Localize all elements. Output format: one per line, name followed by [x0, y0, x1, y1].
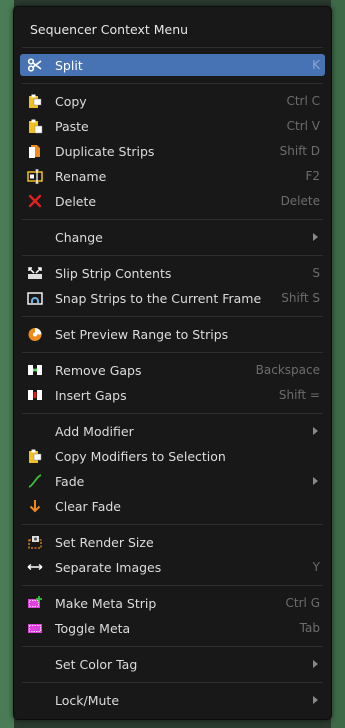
menu-item-label: Slip Strip Contents [55, 266, 172, 281]
submenu-arrow-icon [313, 477, 318, 485]
menu-item-shortcut: Ctrl V [286, 119, 320, 133]
menu-divider [22, 585, 323, 586]
menu-item-toggle-meta[interactable]: Toggle Meta Tab [20, 617, 325, 639]
sequencer-context-menu: Sequencer Context Menu Split K Copy Ctrl… [13, 6, 332, 720]
menu-divider [22, 83, 323, 84]
clipboard-paste-icon [29, 119, 43, 134]
remove-gaps-icon [28, 365, 42, 375]
menu-item-copy-modifiers[interactable]: Copy Modifiers to Selection [20, 445, 325, 467]
clipboard-copy-icon [29, 94, 42, 108]
clipboard-copy-icon [29, 449, 42, 463]
menu-item-paste[interactable]: Paste Ctrl V [20, 115, 325, 137]
menu-item-shortcut: Backspace [255, 363, 320, 377]
menu-item-add-modifier[interactable]: Add Modifier [20, 420, 325, 442]
submenu-arrow-icon [313, 660, 318, 668]
menu-item-shortcut: Shift D [279, 144, 320, 158]
background-strip-right [331, 0, 345, 728]
menu-item-set-preview-range[interactable]: Set Preview Range to Strips [20, 323, 325, 345]
menu-divider [22, 316, 323, 317]
menu-item-shortcut: Ctrl C [286, 94, 320, 108]
menu-divider [22, 682, 323, 683]
menu-item-fade[interactable]: Fade [20, 470, 325, 492]
menu-item-shortcut: Ctrl G [285, 596, 320, 610]
menu-item-label: Fade [55, 474, 85, 489]
scissors-icon [27, 58, 42, 72]
toggle-meta-icon [28, 624, 42, 633]
menu-item-shortcut: Tab [299, 621, 320, 635]
menu-item-label: Split [55, 58, 83, 73]
preview-range-icon [28, 328, 42, 341]
x-delete-icon [28, 194, 42, 208]
menu-item-label: Make Meta Strip [55, 596, 157, 611]
menu-item-shortcut: Shift S [281, 291, 320, 305]
menu-item-label: Remove Gaps [55, 363, 142, 378]
menu-item-clear-fade[interactable]: Clear Fade [20, 495, 325, 517]
menu-item-delete[interactable]: Delete Delete [20, 190, 325, 212]
menu-item-label: Paste [55, 119, 89, 134]
menu-item-label: Separate Images [55, 560, 162, 575]
menu-item-lock-mute[interactable]: Lock/Mute [20, 689, 325, 711]
menu-divider [22, 524, 323, 525]
make-meta-icon [28, 596, 42, 608]
submenu-arrow-icon [313, 233, 318, 241]
menu-divider [22, 47, 323, 48]
menu-divider [22, 413, 323, 414]
menu-item-label: Lock/Mute [55, 693, 120, 708]
duplicate-icon [29, 145, 40, 158]
menu-item-insert-gaps[interactable]: Insert Gaps Shift = [20, 384, 325, 406]
menu-item-label: Set Color Tag [55, 657, 138, 672]
menu-item-shortcut: Delete [280, 194, 320, 208]
menu-item-shortcut: K [312, 58, 320, 72]
menu-item-label: Copy [55, 94, 87, 109]
menu-item-split[interactable]: Split K [20, 54, 325, 76]
separate-arrows-icon [27, 563, 43, 571]
menu-item-label: Duplicate Strips [55, 144, 155, 159]
menu-item-shortcut: S [312, 266, 320, 280]
insert-gaps-icon [28, 390, 42, 400]
menu-item-label: Clear Fade [55, 499, 121, 514]
menu-item-snap-strips[interactable]: Snap Strips to the Current Frame Shift S [20, 287, 325, 309]
submenu-arrow-icon [313, 427, 318, 435]
menu-item-label: Rename [55, 169, 107, 184]
menu-divider [22, 646, 323, 647]
menu-item-change[interactable]: Change [20, 226, 325, 248]
menu-item-shortcut: Y [312, 560, 320, 574]
menu-item-shortcut: Shift = [278, 388, 320, 402]
menu-item-separate-images[interactable]: Separate Images Y [20, 556, 325, 578]
rename-icon [27, 169, 43, 184]
menu-divider [22, 219, 323, 220]
menu-item-make-meta-strip[interactable]: Make Meta Strip Ctrl G [20, 592, 325, 614]
menu-item-label: Snap Strips to the Current Frame [55, 291, 262, 306]
menu-item-label: Delete [55, 194, 97, 209]
menu-item-label: Set Preview Range to Strips [55, 327, 229, 342]
menu-item-set-render-size[interactable]: Set Render Size [20, 531, 325, 553]
slip-strip-icon [28, 267, 42, 279]
menu-item-remove-gaps[interactable]: Remove Gaps Backspace [20, 359, 325, 381]
menu-item-label: Change [55, 230, 103, 245]
menu-item-rename[interactable]: Rename F2 [20, 165, 325, 187]
menu-item-duplicate-strips[interactable]: Duplicate Strips Shift D [20, 140, 325, 162]
menu-item-slip-strip-contents[interactable]: Slip Strip Contents S [20, 262, 325, 284]
fade-curve-icon [28, 474, 42, 488]
submenu-arrow-icon [313, 696, 318, 704]
menu-item-copy[interactable]: Copy Ctrl C [20, 90, 325, 112]
menu-item-set-color-tag[interactable]: Set Color Tag [20, 653, 325, 675]
menu-item-label: Insert Gaps [55, 388, 127, 403]
menu-title: Sequencer Context Menu [30, 22, 189, 37]
menu-item-label: Add Modifier [55, 424, 134, 439]
menu-item-label: Copy Modifiers to Selection [55, 449, 226, 464]
down-arrow-icon [29, 500, 41, 513]
menu-item-label: Set Render Size [55, 535, 154, 550]
background-strip-left [0, 0, 14, 728]
menu-item-label: Toggle Meta [55, 621, 131, 636]
snap-icon [27, 292, 43, 305]
menu-divider [22, 352, 323, 353]
menu-divider [22, 255, 323, 256]
menu-item-shortcut: F2 [305, 169, 320, 183]
render-size-icon [28, 536, 42, 549]
